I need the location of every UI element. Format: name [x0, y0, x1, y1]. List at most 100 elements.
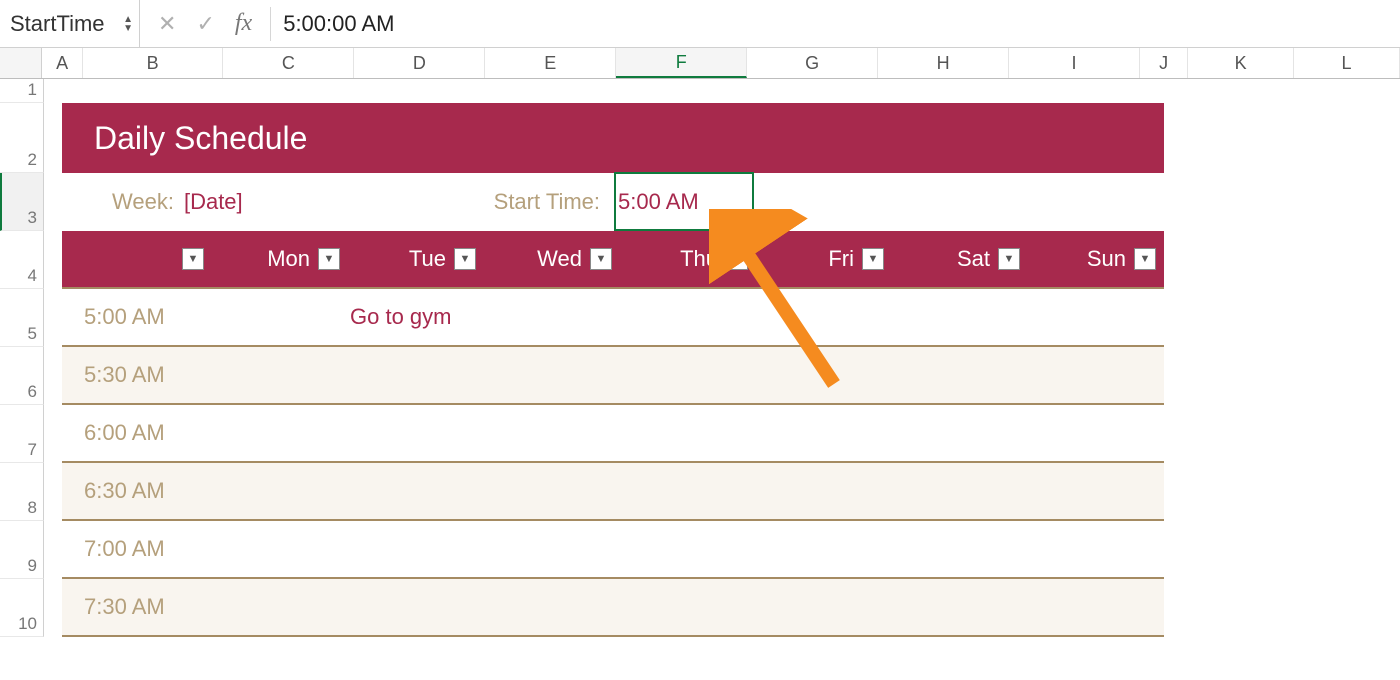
cell[interactable]	[1028, 463, 1164, 519]
row-1[interactable]: 1	[0, 79, 44, 103]
row-4[interactable]: 4	[0, 231, 44, 289]
cell[interactable]	[756, 405, 892, 461]
start-time-value[interactable]: 5:00 AM	[612, 189, 750, 215]
row-3[interactable]: 3	[0, 173, 44, 231]
cell[interactable]	[892, 289, 1028, 345]
fx-icon[interactable]: fx	[235, 10, 252, 37]
cell[interactable]	[620, 289, 756, 345]
col-J[interactable]: J	[1140, 48, 1188, 78]
filter-icon[interactable]: ▼	[182, 248, 204, 270]
cell[interactable]	[484, 579, 620, 635]
filter-icon[interactable]: ▼	[998, 248, 1020, 270]
cell[interactable]	[620, 463, 756, 519]
cell[interactable]	[1028, 347, 1164, 403]
col-E[interactable]: E	[485, 48, 616, 78]
filter-icon[interactable]: ▼	[862, 248, 884, 270]
col-F[interactable]: F	[616, 48, 747, 78]
cell-entry[interactable]: Go to gym	[348, 289, 484, 345]
col-B[interactable]: B	[83, 48, 224, 78]
cell[interactable]	[348, 521, 484, 577]
row-8[interactable]: 8	[0, 463, 44, 521]
schedule-row: 5:30 AM	[62, 347, 1164, 405]
formula-input[interactable]: 5:00:00 AM	[271, 11, 1400, 37]
cell[interactable]	[620, 405, 756, 461]
cell[interactable]	[1028, 405, 1164, 461]
cell[interactable]	[484, 463, 620, 519]
filter-icon[interactable]: ▼	[590, 248, 612, 270]
col-D[interactable]: D	[354, 48, 485, 78]
cell[interactable]	[892, 347, 1028, 403]
day-head-sun: Sun▼	[1028, 231, 1164, 287]
time-cell[interactable]: 6:00 AM	[62, 405, 212, 461]
day-head-mon: Mon▼	[212, 231, 348, 287]
formula-bar: StartTime ▲ ▼ ✕ ✓ fx 5:00:00 AM	[0, 0, 1400, 48]
time-cell[interactable]: 7:30 AM	[62, 579, 212, 635]
sheet-area[interactable]: Daily Schedule Week: [Date] Start Time: …	[44, 79, 1400, 637]
formula-bar-actions: ✕ ✓ fx	[140, 10, 270, 37]
cell[interactable]	[756, 579, 892, 635]
name-box-stepper[interactable]: ▲ ▼	[123, 15, 133, 33]
row-9[interactable]: 9	[0, 521, 44, 579]
cell[interactable]	[892, 405, 1028, 461]
week-value[interactable]: [Date]	[184, 189, 243, 215]
schedule-row: 6:00 AM	[62, 405, 1164, 463]
time-column-head: ▼	[62, 231, 212, 287]
row-10[interactable]: 10	[0, 579, 44, 637]
column-headers: A B C D E F G H I J K L	[0, 48, 1400, 79]
cell[interactable]	[484, 289, 620, 345]
cell[interactable]	[756, 463, 892, 519]
stepper-down-icon[interactable]: ▼	[123, 24, 133, 33]
row-6[interactable]: 6	[0, 347, 44, 405]
col-I[interactable]: I	[1009, 48, 1140, 78]
cell[interactable]	[620, 521, 756, 577]
filter-icon[interactable]: ▼	[454, 248, 476, 270]
row-5[interactable]: 5	[0, 289, 44, 347]
cell[interactable]	[348, 405, 484, 461]
cell[interactable]	[892, 579, 1028, 635]
select-all-corner[interactable]	[0, 48, 42, 78]
cell[interactable]	[212, 289, 348, 345]
row-2[interactable]: 2	[0, 103, 44, 173]
time-cell[interactable]: 5:00 AM	[62, 289, 212, 345]
cancel-icon[interactable]: ✕	[158, 11, 176, 37]
cell[interactable]	[484, 347, 620, 403]
cell[interactable]	[756, 521, 892, 577]
day-header-row: ▼ Mon▼ Tue▼ Wed▼ Thu▼ Fri▼ Sat▼ Sun▼	[62, 231, 1164, 289]
cell[interactable]	[212, 405, 348, 461]
cell[interactable]	[484, 521, 620, 577]
col-C[interactable]: C	[223, 48, 354, 78]
cell[interactable]	[892, 521, 1028, 577]
cell[interactable]	[620, 579, 756, 635]
cell[interactable]	[348, 579, 484, 635]
cell[interactable]	[212, 521, 348, 577]
cell[interactable]	[348, 463, 484, 519]
col-L[interactable]: L	[1294, 48, 1400, 78]
col-K[interactable]: K	[1188, 48, 1294, 78]
cell[interactable]	[484, 405, 620, 461]
cell[interactable]	[756, 347, 892, 403]
filter-icon[interactable]: ▼	[318, 248, 340, 270]
cell[interactable]	[756, 289, 892, 345]
cell[interactable]	[348, 347, 484, 403]
cell[interactable]	[620, 347, 756, 403]
time-cell[interactable]: 7:00 AM	[62, 521, 212, 577]
filter-icon[interactable]: ▼	[726, 248, 748, 270]
start-time-label: Start Time:	[494, 189, 612, 215]
filter-icon[interactable]: ▼	[1134, 248, 1156, 270]
cell[interactable]	[212, 347, 348, 403]
cell[interactable]	[892, 463, 1028, 519]
confirm-icon[interactable]: ✓	[196, 11, 214, 37]
name-box[interactable]: StartTime ▲ ▼	[0, 0, 140, 47]
col-G[interactable]: G	[747, 48, 878, 78]
col-A[interactable]: A	[42, 48, 82, 78]
time-cell[interactable]: 5:30 AM	[62, 347, 212, 403]
row-7[interactable]: 7	[0, 405, 44, 463]
col-H[interactable]: H	[878, 48, 1009, 78]
day-label: Fri	[828, 246, 854, 272]
cell[interactable]	[1028, 521, 1164, 577]
cell[interactable]	[212, 463, 348, 519]
cell[interactable]	[1028, 579, 1164, 635]
cell[interactable]	[1028, 289, 1164, 345]
cell[interactable]	[212, 579, 348, 635]
time-cell[interactable]: 6:30 AM	[62, 463, 212, 519]
